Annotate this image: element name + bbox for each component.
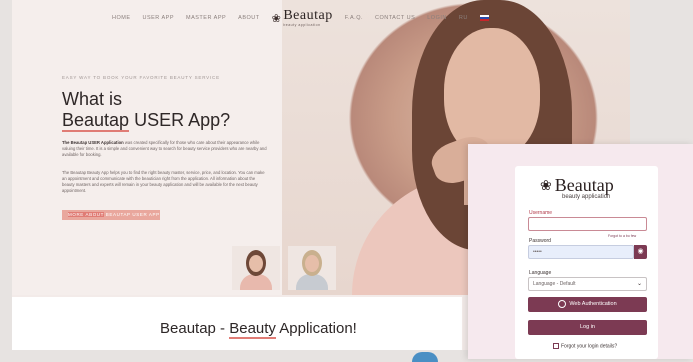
web-auth-label: Web Authentication [569, 301, 617, 307]
logo-name: Beautap [283, 8, 333, 23]
hero-title-rest: USER App? [129, 110, 231, 130]
lotus-icon: ❀ [540, 176, 552, 193]
forgot-password-link[interactable]: Forgot to a bo few [608, 234, 636, 238]
hero-paragraph-1-bold: The Beautap USER Application [62, 140, 124, 145]
banner-rest: Application! [275, 320, 357, 337]
forgot-login-text: Forgot your login details? [561, 343, 618, 350]
password-field[interactable]: ••••• [528, 245, 634, 259]
nav-about[interactable]: ABOUT [238, 15, 259, 21]
checkbox-icon [553, 343, 559, 349]
thumbnail-woman-phone [232, 246, 280, 290]
username-label: Username [529, 210, 553, 216]
login-logo: ❀ Beautap beauty application [540, 175, 614, 200]
key-icon [558, 299, 567, 308]
banner-dash: - [215, 320, 230, 337]
username-field[interactable] [528, 217, 647, 231]
nav-login[interactable]: LOGIN [427, 15, 447, 21]
hero-title-brand: Beautap [62, 110, 130, 132]
banner-highlight: Beauty [229, 320, 276, 339]
nav-master-app[interactable]: MASTER APP [186, 15, 226, 21]
login-logo-name: Beautap [554, 175, 614, 195]
forgot-login-link[interactable]: Forgot your login details? [553, 343, 617, 349]
cta-highlight: MORE ABOUT [68, 212, 104, 217]
nav-faq[interactable]: F.A.Q. [345, 15, 363, 21]
nav-contact[interactable]: CONTACT US [375, 15, 415, 21]
password-label: Password [529, 238, 551, 244]
hero-eyebrow: EASY WAY TO BOOK YOUR FAVORITE BEAUTY SE… [62, 75, 220, 80]
eye-icon[interactable]: ◉ [634, 245, 647, 259]
language-select[interactable]: Language - Default ⌄ [528, 277, 647, 291]
logo-tagline: beauty application [283, 23, 321, 27]
nav-home[interactable]: HOME [112, 15, 131, 21]
nav-lang-ru[interactable]: RU [459, 15, 468, 21]
main-nav: HOME USER APP MASTER APP ABOUT ❀ Beautap… [112, 9, 489, 27]
hero-title-line1: What is [62, 89, 123, 109]
site-logo[interactable]: ❀ Beautap beauty application [271, 8, 333, 28]
hero-paragraph-2: The Beautap Beauty App helps you to find… [62, 170, 265, 193]
nav-user-app[interactable]: USER APP [143, 15, 175, 21]
floating-circle [412, 352, 438, 362]
hero-paragraph-1: The Beautap USER Application was created… [62, 140, 267, 158]
language-label: Language [529, 270, 552, 276]
chevron-down-icon: ⌄ [636, 281, 642, 287]
thumbnail-woman-selfie [288, 246, 336, 290]
banner-brand: Beautap [160, 320, 216, 337]
banner-headline: Beautap - Beauty Application! [160, 320, 357, 339]
language-value: Language - Default [533, 281, 576, 287]
cta-rest: BEAUTAP USER APP [103, 212, 160, 217]
login-logo-tagline: beauty application [562, 194, 611, 200]
web-authentication-button[interactable]: Web Authentication [528, 297, 647, 312]
more-about-button[interactable]: MORE ABOUT BEAUTAP USER APP [62, 210, 160, 220]
hero-title-line2: Beautap USER App? [62, 110, 231, 132]
flag-icon[interactable] [479, 15, 489, 21]
lotus-icon: ❀ [271, 12, 282, 25]
login-button[interactable]: Log in [528, 320, 647, 335]
